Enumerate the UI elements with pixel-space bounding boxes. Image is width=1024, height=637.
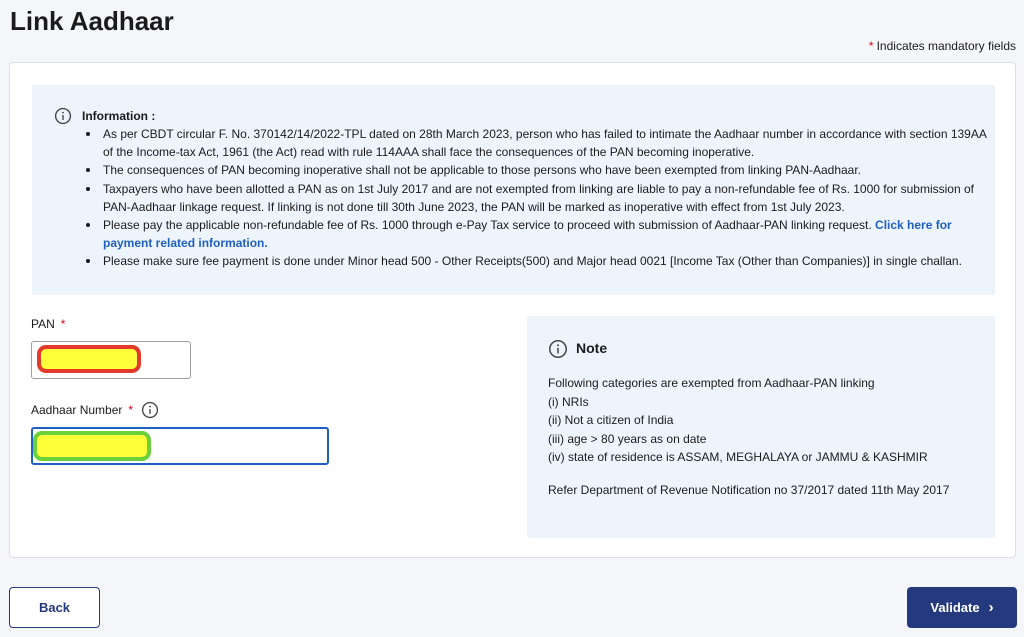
info-circle-icon[interactable] [141,401,159,419]
note-reference: Refer Department of Revenue Notification… [548,483,950,497]
note-box: Note Following categories are exempted f… [527,316,995,538]
pan-input[interactable] [31,341,191,379]
mandatory-note-text: Indicates mandatory fields [876,39,1016,53]
aadhaar-label-text: Aadhaar Number [31,403,123,417]
information-item: Please pay the applicable non-refundable… [82,216,987,252]
information-item: The consequences of PAN becoming inopera… [82,161,987,179]
exemption-list: (i) NRIs (ii) Not a citizen of India (ii… [548,393,928,467]
required-star: * [868,39,874,53]
information-title: Information : [82,109,156,123]
note-content: Following categories are exempted from A… [548,374,928,467]
aadhaar-input[interactable] [31,427,329,465]
aadhaar-redaction-mark [33,431,151,461]
note-intro-text: Following categories are exempted from A… [548,376,875,390]
information-item: Please make sure fee payment is done und… [82,252,987,270]
aadhaar-label: Aadhaar Number * [31,401,159,419]
page-title: Link Aadhaar [10,6,174,36]
information-box: Information : As per CBDT circular F. No… [32,85,995,295]
back-button[interactable]: Back [9,587,100,628]
information-list: As per CBDT circular F. No. 370142/14/20… [82,125,987,271]
pan-label: PAN * [31,317,65,331]
information-item-text: Please pay the applicable non-refundable… [103,218,872,233]
exemption-item: (i) NRIs [548,394,589,409]
information-item: As per CBDT circular F. No. 370142/14/20… [82,125,987,161]
exemption-item: (iv) state of residence is ASSAM, MEGHAL… [548,450,928,465]
required-star: * [60,317,66,331]
validate-button-label: Validate [930,600,980,615]
information-item: Taxpayers who have been allotted a PAN a… [82,180,987,216]
pan-label-text: PAN [31,317,55,331]
info-circle-icon [54,107,72,125]
note-title: Note [576,340,608,356]
exemption-item: (iii) age > 80 years as on date [548,431,707,446]
info-circle-icon [548,339,568,359]
chevron-right-icon: › [988,599,994,616]
mandatory-fields-note: * Indicates mandatory fields [869,39,1016,53]
exemption-item: (ii) Not a citizen of India [548,413,674,428]
required-star: * [128,403,134,417]
validate-button[interactable]: Validate › [907,587,1017,628]
pan-redaction-mark [37,345,141,373]
link-aadhaar-card: Information : As per CBDT circular F. No… [9,62,1016,558]
